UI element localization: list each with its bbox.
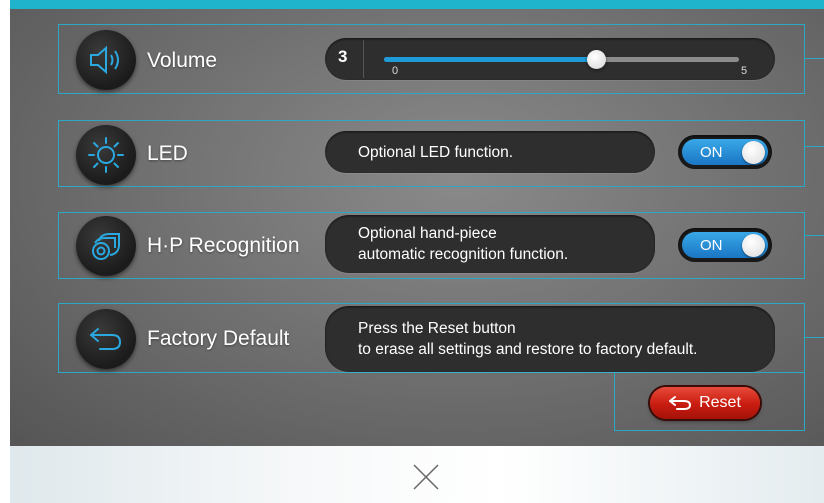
volume-min-label: 0 [392,65,399,77]
volume-value: 3 [338,47,348,66]
volume-slider[interactable] [384,50,739,69]
reset-frame-bottom [614,430,805,431]
hp-description-line2: automatic recognition function. [358,246,569,263]
volume-separator [363,40,364,78]
factory-description-line2: to erase all settings and restore to fac… [358,341,698,358]
reset-button[interactable]: Reset [650,387,760,419]
reset-frame-left [614,373,615,431]
led-toggle-knob [742,141,765,164]
factory-description-pill: Press the Reset button to erase all sett… [325,306,775,372]
volume-label: Volume [147,49,218,72]
factory-label: Factory Default [147,327,290,350]
led-description-pill: Optional LED function. [325,131,655,173]
reset-frame-right [804,373,805,431]
hp-toggle[interactable]: ON [678,228,772,262]
speaker-icon [90,45,119,75]
handpiece-icon [92,233,120,260]
volume-connector [805,58,824,59]
volume-icon-circle [76,30,136,90]
hp-toggle-knob [742,234,765,257]
led-icon-circle [76,125,136,185]
hp-toggle-label: ON [700,237,723,254]
factory-icon-circle [76,309,136,369]
led-toggle-label: ON [700,144,723,161]
volume-slider-knob[interactable] [587,50,606,69]
led-description: Optional LED function. [358,143,514,161]
factory-connector [805,337,824,338]
close-icon[interactable] [412,463,440,491]
led-connector [805,146,824,147]
factory-description-line1: Press the Reset button [358,320,516,337]
hp-connector [805,235,824,236]
volume-slider-fill [384,57,597,62]
led-toggle[interactable]: ON [678,135,772,169]
hp-label: H·P Recognition [147,234,300,257]
led-toggle-track: ON [682,139,768,165]
hp-icon-circle [76,216,136,276]
hp-description-line1: Optional hand-piece [358,225,497,242]
return-arrow-icon [669,396,692,410]
sun-icon [88,137,124,173]
return-arrow-icon [90,328,122,350]
volume-max-label: 5 [741,65,748,77]
reset-button-label: Reset [699,394,741,411]
hp-toggle-track: ON [682,232,768,258]
led-label: LED [147,142,188,165]
top-accent-bar [10,0,824,9]
hp-description-pill: Optional hand-piece automatic recognitio… [325,215,655,273]
